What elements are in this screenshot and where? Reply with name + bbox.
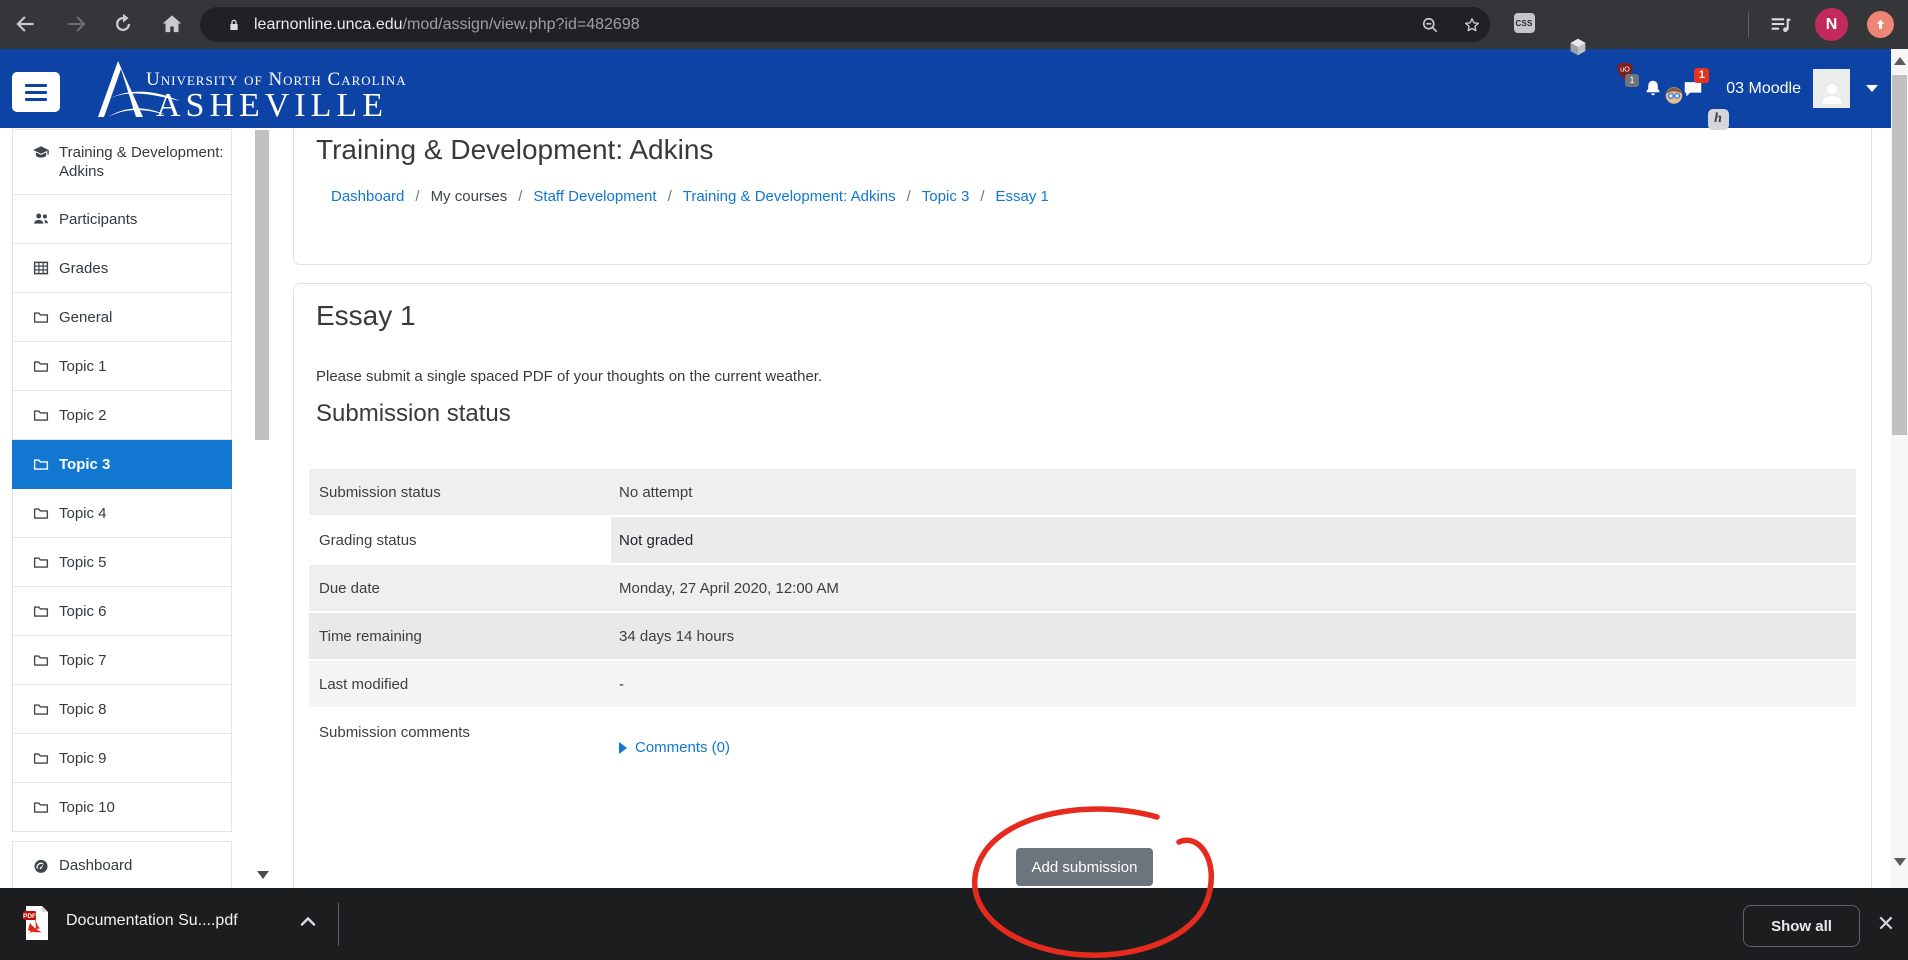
logged-in-username[interactable]: 03 Moodle xyxy=(1726,80,1801,98)
scroll-down-icon[interactable] xyxy=(1894,858,1906,866)
assignment-title: Essay 1 xyxy=(316,300,416,332)
unca-logo[interactable]: University of North Carolina ASHEVILLE xyxy=(88,53,418,125)
breadcrumb-essay-1[interactable]: Essay 1 xyxy=(996,188,1049,205)
ublock-badge: 1 xyxy=(1625,74,1639,87)
folder-icon xyxy=(32,308,50,326)
sidebar-item-topic-1[interactable]: Topic 1 xyxy=(12,342,232,391)
page-scrollbar[interactable] xyxy=(1891,49,1908,888)
folder-icon xyxy=(32,504,50,522)
sidebar-scroll-down-icon[interactable] xyxy=(257,871,269,879)
page-scrollbar-thumb[interactable] xyxy=(1892,75,1907,435)
assignment-card: Essay 1 Please submit a single spaced PD… xyxy=(293,283,1872,923)
zoom-out-icon[interactable] xyxy=(1420,15,1440,35)
downloads-bar-divider xyxy=(338,903,339,946)
svg-text:uO: uO xyxy=(1620,64,1630,73)
expand-triangle-icon xyxy=(619,742,627,754)
folder-icon xyxy=(32,553,50,571)
pdf-file-icon: PDF xyxy=(22,905,50,941)
close-downloads-bar-icon[interactable]: ✕ xyxy=(1873,911,1899,937)
sidebar-item-topic-3[interactable]: Topic 3 xyxy=(12,440,232,489)
comments-link[interactable]: Comments (0) xyxy=(619,739,730,756)
address-bar[interactable]: learnonline.unca.edu/mod/assign/view.php… xyxy=(200,7,1490,42)
sidebar-item-course[interactable]: Training & Development: Adkins xyxy=(12,129,232,195)
graduation-cap-icon xyxy=(32,144,50,162)
browser-profile-avatar[interactable]: N xyxy=(1815,8,1848,41)
sidebar-item-topic-7[interactable]: Topic 7 xyxy=(12,636,232,685)
scroll-up-icon[interactable] xyxy=(1894,57,1906,65)
breadcrumb-course[interactable]: Training & Development: Adkins xyxy=(683,188,896,205)
extension-honey-icon[interactable]: h xyxy=(1706,107,1730,131)
folder-icon xyxy=(32,357,50,375)
sidebar-item-topic-8[interactable]: Topic 8 xyxy=(12,685,232,734)
sidebar-item-topic-10[interactable]: Topic 10 xyxy=(12,783,232,832)
browser-reload-button[interactable] xyxy=(110,11,136,37)
browser-update-icon[interactable] xyxy=(1867,11,1894,38)
sidebar-item-topic-6[interactable]: Topic 6 xyxy=(12,587,232,636)
show-all-downloads-button[interactable]: Show all xyxy=(1743,905,1860,947)
downloads-bar: PDF Documentation Su....pdf Show all ✕ xyxy=(0,888,1908,960)
breadcrumb-my-courses: My courses xyxy=(431,188,508,205)
submission-status-heading: Submission status xyxy=(316,400,511,428)
extension-cube-icon[interactable] xyxy=(1566,35,1590,59)
sidebar-item-dashboard[interactable]: Dashboard xyxy=(12,841,232,890)
table-row-time-remaining: Time remaining 34 days 14 hours xyxy=(309,613,1856,659)
folder-icon xyxy=(32,749,50,767)
messages-badge: 1 xyxy=(1694,68,1709,83)
breadcrumb: Dashboard/My courses/Staff Development/T… xyxy=(331,188,1049,205)
bookmark-star-icon[interactable] xyxy=(1462,15,1482,35)
sidebar-item-topic-2[interactable]: Topic 2 xyxy=(12,391,232,440)
table-row-submission-status: Submission status No attempt xyxy=(309,469,1856,515)
user-avatar[interactable] xyxy=(1813,69,1850,108)
sidebar-scrollbar-thumb[interactable] xyxy=(255,130,269,440)
table-row-submission-comments: Submission comments Comments (0) xyxy=(309,709,1856,799)
sidebar-item-topic-9[interactable]: Topic 9 xyxy=(12,734,232,783)
add-submission-button[interactable]: Add submission xyxy=(1016,848,1153,886)
browser-home-button[interactable] xyxy=(159,11,185,37)
sidebar-item-grades[interactable]: Grades xyxy=(12,244,232,293)
extension-ublock-icon[interactable]: uO 1 xyxy=(1613,59,1637,83)
browser-toolbar: learnonline.unca.edu/mod/assign/view.php… xyxy=(0,0,1908,49)
breadcrumb-dashboard[interactable]: Dashboard xyxy=(331,188,404,205)
grades-table-icon xyxy=(32,259,50,277)
assignment-description: Please submit a single spaced PDF of you… xyxy=(316,368,822,385)
dashboard-gauge-icon xyxy=(32,857,50,875)
file-menu-chevron-up-icon[interactable] xyxy=(300,916,316,926)
folder-icon xyxy=(32,798,50,816)
notifications-bell-icon[interactable] xyxy=(1642,78,1664,100)
extension-face-icon[interactable] xyxy=(1662,83,1686,107)
toolbar-divider xyxy=(1748,12,1749,37)
folder-icon xyxy=(32,406,50,424)
lock-icon xyxy=(226,17,242,33)
table-row-grading-status: Grading status Not graded xyxy=(309,517,1856,563)
sidebar-item-general[interactable]: General xyxy=(12,293,232,342)
table-row-last-modified: Last modified - xyxy=(309,661,1856,707)
downloaded-file-name[interactable]: Documentation Su....pdf xyxy=(66,912,238,930)
user-menu-caret-icon[interactable] xyxy=(1866,85,1878,92)
extension-css-icon[interactable]: CSS xyxy=(1512,11,1536,35)
sidebar-item-participants[interactable]: Participants xyxy=(12,195,232,244)
folder-icon xyxy=(32,651,50,669)
sidebar-item-topic-4[interactable]: Topic 4 xyxy=(12,489,232,538)
users-icon xyxy=(32,210,50,228)
page-header-card: Training & Development: Adkins Dashboard… xyxy=(293,120,1872,265)
media-queue-icon[interactable] xyxy=(1768,12,1793,37)
course-nav-drawer: Training & Development: Adkins Participa… xyxy=(12,129,232,890)
submission-status-table: Submission status No attempt Grading sta… xyxy=(309,469,1856,801)
browser-forward-button[interactable] xyxy=(64,11,90,37)
browser-back-button[interactable] xyxy=(12,11,38,37)
page-title: Training & Development: Adkins xyxy=(316,134,713,166)
folder-icon xyxy=(32,455,50,473)
logo-line2: ASHEVILLE xyxy=(156,87,388,125)
menu-toggle-button[interactable] xyxy=(12,72,60,112)
page-url[interactable]: learnonline.unca.edu/mod/assign/view.php… xyxy=(254,16,640,34)
folder-icon xyxy=(32,700,50,718)
breadcrumb-topic-3[interactable]: Topic 3 xyxy=(922,188,970,205)
svg-text:PDF: PDF xyxy=(23,913,36,920)
breadcrumb-staff-development[interactable]: Staff Development xyxy=(533,188,656,205)
sidebar-item-topic-5[interactable]: Topic 5 xyxy=(12,538,232,587)
folder-icon xyxy=(32,602,50,620)
table-row-due-date: Due date Monday, 27 April 2020, 12:00 AM xyxy=(309,565,1856,611)
